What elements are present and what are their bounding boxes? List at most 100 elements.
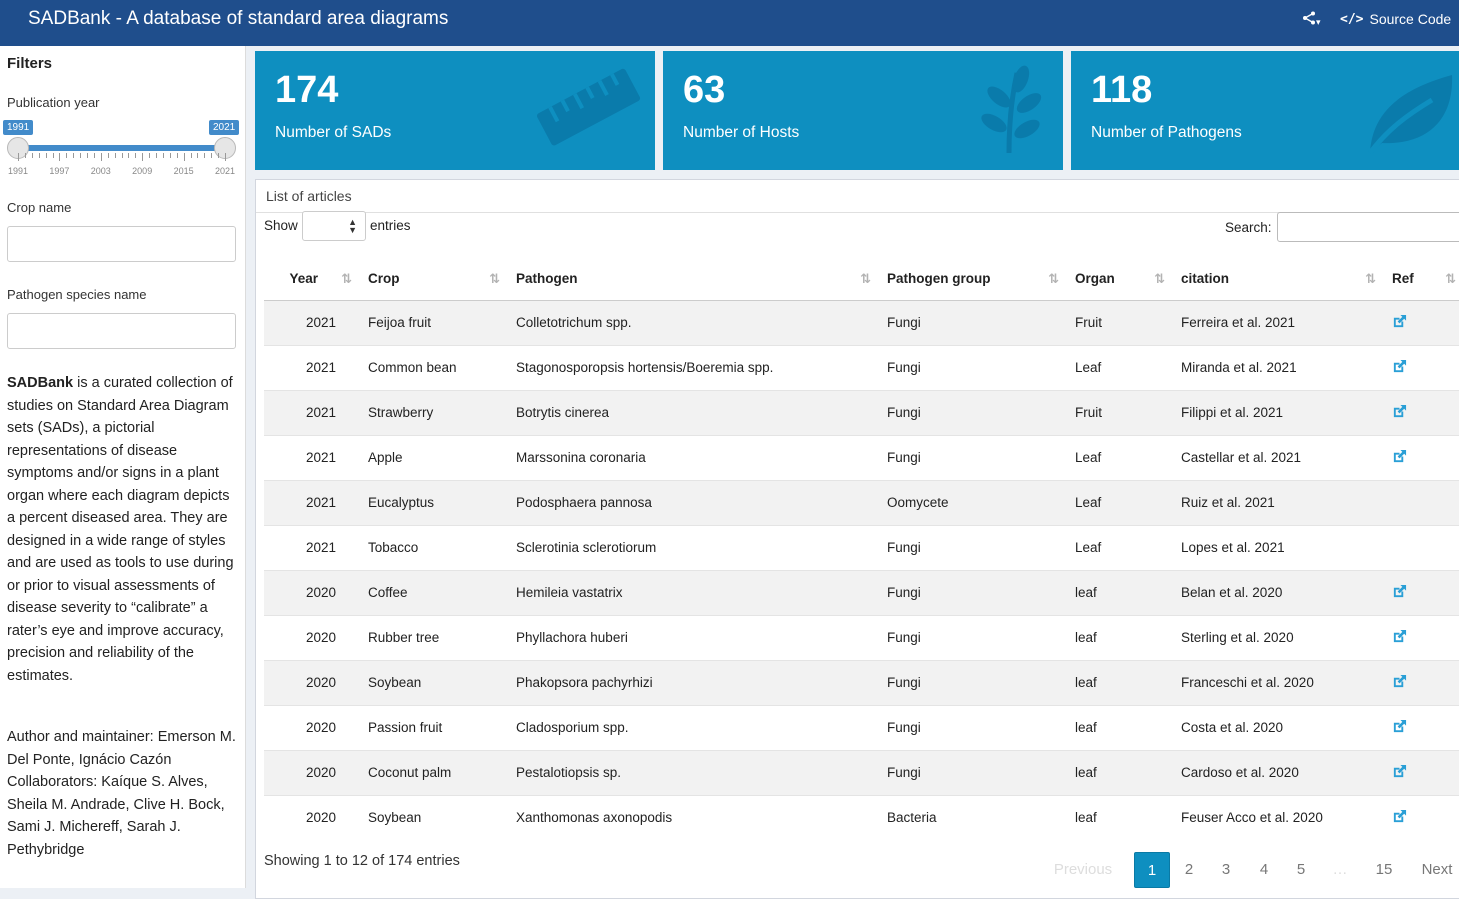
search-input[interactable] <box>1277 212 1459 242</box>
cell-organ: Leaf <box>1067 479 1173 525</box>
cell-crop: Feijoa fruit <box>360 299 508 345</box>
chevron-down-icon: ▾ <box>1316 17 1321 27</box>
cell-citation: Castellar et al. 2021 <box>1173 434 1384 480</box>
cell-ref[interactable] <box>1384 434 1459 480</box>
entries-select[interactable]: ▲ ▼ <box>302 211 366 241</box>
cell-crop: Strawberry <box>360 389 508 435</box>
cell-crop: Tobacco <box>360 524 508 570</box>
table-row: 2020 Soybean Phakopsora pachyrhizi Fungi lea… <box>264 659 1459 705</box>
table-row: 2021 Common bean Stagonosporopsis hortensi… <box>264 344 1459 390</box>
cell-ref[interactable] <box>1384 614 1459 660</box>
share-menu[interactable]: ▾ <box>1302 11 1321 28</box>
slider-min-value: 1991 <box>3 120 34 135</box>
cell-crop: Eucalyptus <box>360 479 508 525</box>
cell-year: 2021 <box>264 479 360 525</box>
slider-tick <box>18 153 19 161</box>
pathogen-name-input[interactable] <box>7 313 236 349</box>
cell-crop: Common bean <box>360 344 508 390</box>
col-pathogen-group[interactable]: Pathogen group ⇅ <box>879 258 1067 301</box>
slider-tick <box>128 153 130 158</box>
cell-ref[interactable] <box>1384 569 1459 615</box>
cell-pathogen: Hemileia vastatrix <box>508 569 879 615</box>
crop-name-label: Crop name <box>7 200 72 215</box>
previous-button[interactable]: Previous <box>1040 852 1126 888</box>
cell-ref[interactable] <box>1384 659 1459 705</box>
source-code-link[interactable]: </> Source Code <box>1340 11 1451 27</box>
cell-ref[interactable] <box>1384 344 1459 390</box>
pathogen-name-label: Pathogen species name <box>7 287 147 302</box>
slider-tick <box>52 153 54 158</box>
table-row: 2020 Passion fruit Cladosporium spp. Fungi l… <box>264 704 1459 750</box>
external-link-icon[interactable] <box>1392 629 1407 644</box>
slider-tick <box>80 153 82 158</box>
slider-tick <box>204 153 206 158</box>
slider-tick <box>135 153 137 158</box>
cell-organ: Leaf <box>1067 434 1173 480</box>
col-pathogen[interactable]: Pathogen ⇅ <box>508 258 879 301</box>
next-button[interactable]: Next <box>1410 852 1459 888</box>
cell-crop: Passion fruit <box>360 704 508 750</box>
slider-tick <box>87 153 88 158</box>
cell-citation: Filippi et al. 2021 <box>1173 389 1384 435</box>
pathogens-value-box: 118 Number of Pathogens <box>1071 51 1459 170</box>
external-link-icon[interactable] <box>1392 449 1407 464</box>
external-link-icon[interactable] <box>1392 314 1407 329</box>
external-link-icon[interactable] <box>1392 359 1407 374</box>
col-year[interactable]: Year ⇅ <box>264 258 360 301</box>
share-icon <box>1303 11 1315 25</box>
cell-organ: Fruit <box>1067 389 1173 435</box>
cell-pathogen-group: Fungi <box>879 569 1067 615</box>
external-link-icon[interactable] <box>1392 584 1407 599</box>
slider-tick-label: 1991 <box>7 166 29 176</box>
page-15-button[interactable]: 15 <box>1366 852 1402 888</box>
page-4-button[interactable]: 4 <box>1246 852 1282 888</box>
publication-year-label: Publication year <box>7 95 100 110</box>
slider-tick <box>183 153 185 161</box>
cell-pathogen-group: Bacteria <box>879 794 1067 840</box>
page-1-button[interactable]: 1 <box>1134 852 1170 888</box>
cell-pathogen: Botrytis cinerea <box>508 389 879 435</box>
cell-ref[interactable] <box>1384 299 1459 345</box>
page-3-button[interactable]: 3 <box>1208 852 1244 888</box>
cell-pathogen-group: Oomycete <box>879 479 1067 525</box>
cell-year: 2020 <box>264 794 360 840</box>
code-icon: </> <box>1340 11 1364 27</box>
external-link-icon[interactable] <box>1392 674 1407 689</box>
cell-citation: Costa et al. 2020 <box>1173 704 1384 750</box>
description-text: is a curated collection of studies on St… <box>7 375 234 684</box>
external-link-icon[interactable] <box>1392 764 1407 779</box>
pathogens-count: 118 <box>1091 69 1153 111</box>
articles-panel: List of articles Show ▲ ▼ entries Search:… <box>255 179 1459 899</box>
slider-max-value: 2021 <box>209 120 240 135</box>
cell-organ: leaf <box>1067 569 1173 615</box>
sads-count: 174 <box>275 69 339 111</box>
cell-ref[interactable] <box>1384 749 1459 795</box>
cell-ref[interactable] <box>1384 704 1459 750</box>
cell-pathogen-group: Fungi <box>879 614 1067 660</box>
external-link-icon[interactable] <box>1392 404 1407 419</box>
slider-tick <box>121 153 123 158</box>
cell-ref[interactable] <box>1384 794 1459 840</box>
year-range-slider[interactable] <box>18 145 225 151</box>
col-crop[interactable]: Crop ⇅ <box>360 258 508 301</box>
page-2-button[interactable]: 2 <box>1171 852 1207 888</box>
col-organ[interactable]: Organ ⇅ <box>1067 258 1173 301</box>
page-5-button[interactable]: 5 <box>1283 852 1319 888</box>
col-ref[interactable]: Ref ⇅ <box>1384 258 1459 301</box>
crop-name-input[interactable] <box>7 226 236 262</box>
search-label: Search: <box>1225 220 1272 235</box>
slider-tick <box>149 153 151 158</box>
external-link-icon[interactable] <box>1392 719 1407 734</box>
hosts-value-box: 63 Number of Hosts <box>663 51 1063 170</box>
slider-tick <box>162 153 164 158</box>
cell-pathogen: Cladosporium spp. <box>508 704 879 750</box>
table-row: 2020 Coffee Hemileia vastatrix Fungi leaf Bel… <box>264 569 1459 615</box>
cell-pathogen-group: Fungi <box>879 524 1067 570</box>
table-row: 2020 Coconut palm Pestalotiopsis sp. Fungi l… <box>264 749 1459 795</box>
cell-pathogen: Podosphaera pannosa <box>508 479 879 525</box>
cell-ref[interactable] <box>1384 389 1459 435</box>
external-link-icon[interactable] <box>1392 809 1407 824</box>
hosts-label: Number of Hosts <box>683 124 800 141</box>
col-citation[interactable]: citation ⇅ <box>1173 258 1384 301</box>
cell-citation: Sterling et al. 2020 <box>1173 614 1384 660</box>
